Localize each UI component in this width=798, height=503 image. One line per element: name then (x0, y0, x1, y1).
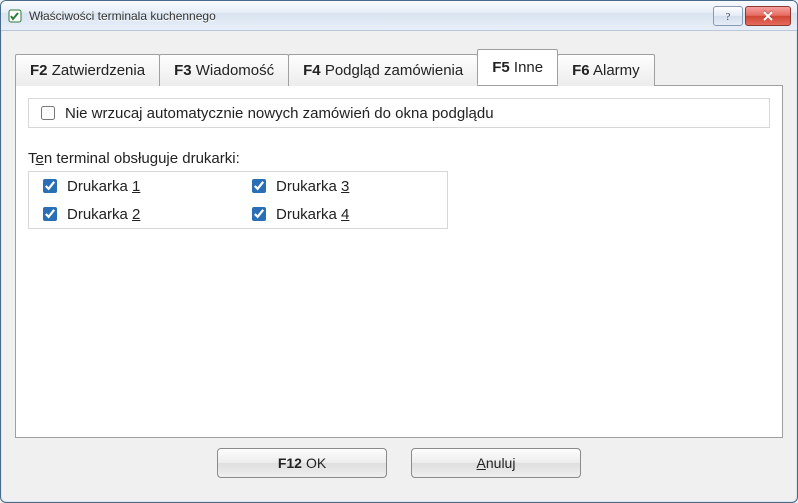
tabstrip: F2 Zatwierdzenia F3 Wiadomość F4 Podgląd… (15, 49, 783, 85)
checkbox-drukarka-4-input[interactable] (252, 207, 266, 221)
tab-wiadomosc[interactable]: F3 Wiadomość (159, 54, 289, 86)
checkbox-dont-throw-in-input[interactable] (41, 106, 55, 120)
close-button[interactable] (745, 6, 791, 26)
window-controls: ? (713, 6, 791, 26)
dialog-buttons: F12 OK Anuluj (15, 438, 783, 492)
printers-section-label: Ten terminal obsługuje drukarki: (28, 150, 770, 167)
svg-text:?: ? (726, 11, 731, 22)
checkbox-drukarka-4[interactable]: Drukarka 4 (238, 200, 447, 228)
checkbox-drukarka-2[interactable]: Drukarka 2 (29, 200, 238, 228)
tab-podglad-zamowienia[interactable]: F4 Podgląd zamówienia (288, 54, 478, 86)
checkbox-drukarka-3-input[interactable] (252, 179, 266, 193)
client-area: F2 Zatwierdzenia F3 Wiadomość F4 Podgląd… (1, 31, 797, 502)
checkbox-drukarka-1[interactable]: Drukarka 1 (29, 172, 238, 200)
tab-inne[interactable]: F5 Inne (477, 49, 558, 85)
cancel-button[interactable]: Anuluj (411, 448, 581, 478)
tabpanel-inne: Nie wrzucaj automatycznie nowych zamówie… (15, 85, 783, 438)
checkbox-dont-throw-in[interactable]: Nie wrzucaj automatycznie nowych zamówie… (28, 98, 770, 128)
tab-alarmy[interactable]: F6 Alarmy (557, 54, 655, 86)
checkbox-dont-throw-in-label: Nie wrzucaj automatycznie nowych zamówie… (65, 105, 494, 122)
printer-grid: Drukarka 1 Drukarka 3 Drukarka 2 Drukark… (28, 171, 448, 229)
ok-button[interactable]: F12 OK (217, 448, 387, 478)
titlebar[interactable]: Właściwości terminala kuchennego ? (1, 1, 797, 31)
app-icon (7, 8, 23, 24)
checkbox-drukarka-2-input[interactable] (43, 207, 57, 221)
checkbox-drukarka-1-input[interactable] (43, 179, 57, 193)
help-button[interactable]: ? (713, 6, 743, 26)
window-title: Właściwości terminala kuchennego (29, 9, 713, 23)
dialog-window: Właściwości terminala kuchennego ? F2 Za… (0, 0, 798, 503)
tab-zatwierdzenia[interactable]: F2 Zatwierdzenia (15, 54, 160, 86)
checkbox-drukarka-3[interactable]: Drukarka 3 (238, 172, 447, 200)
